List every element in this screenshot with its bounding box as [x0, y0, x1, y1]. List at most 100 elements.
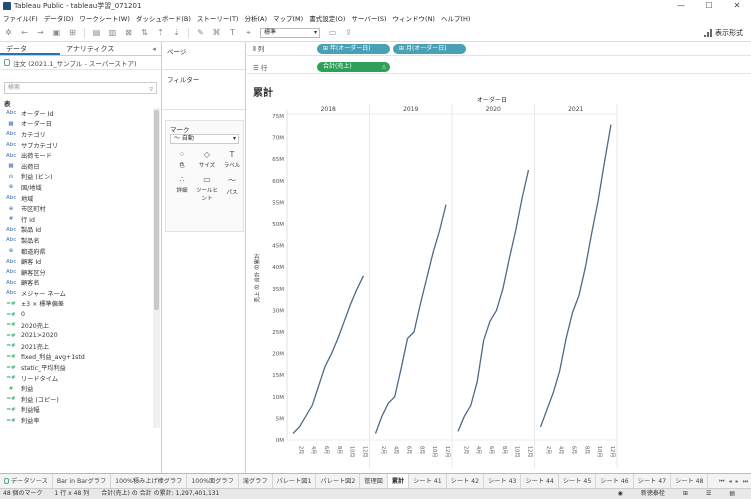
field-item[interactable]: =# static_平均利益	[0, 362, 152, 373]
sheet-tab[interactable]: 100%面グラフ	[187, 474, 239, 488]
sheet-tab[interactable]: シート 41	[409, 474, 447, 488]
sheet-tab[interactable]: パレート図2	[316, 474, 361, 488]
field-item[interactable]: #割引率	[0, 426, 152, 428]
mark-button[interactable]: 〜パス	[221, 173, 243, 196]
field-item[interactable]: Abc 出荷モード	[0, 150, 152, 161]
sheet-tab[interactable]: シート 44	[521, 474, 559, 488]
menu-item-2[interactable]: ワークシート(W)	[79, 13, 130, 23]
field-item[interactable]: =# 2020売上	[0, 320, 152, 331]
rows-shelf[interactable]: ☰ 行 合計(売上) △	[247, 60, 751, 74]
search-input[interactable]: 検索 ▿	[4, 82, 157, 94]
menu-item-1[interactable]: データ(D)	[44, 13, 74, 23]
menu-item-8[interactable]: サーバー(S)	[351, 13, 386, 23]
field-item[interactable]: Abc 顧客 Id	[0, 256, 152, 267]
mark-button[interactable]: ∴ 詳細	[171, 173, 193, 195]
sheet-tab[interactable]: パレート図1	[273, 474, 317, 488]
field-item[interactable]: ▦ 出荷日	[0, 161, 152, 172]
group-icon[interactable]: ⌘	[212, 28, 221, 37]
grid-view-icon[interactable]: ⊞	[683, 489, 688, 499]
fit-dropdown[interactable]: 標準	[260, 27, 320, 38]
cumulative-sales-chart[interactable]: オーダー日売上 の 合計 の累計 0M 5M 10M 15M 20M 25M 30M 35M 40…	[247, 78, 751, 473]
field-item[interactable]: ⊕ 都道府県	[0, 246, 152, 257]
sheet-tab[interactable]: シート 46	[596, 474, 634, 488]
field-item[interactable]: ⊕ 国/地域	[0, 182, 152, 193]
field-item[interactable]: Abc 顧客区分	[0, 267, 152, 278]
series-line-2019[interactable]	[374, 204, 447, 434]
duplicate-icon[interactable]: ▥	[108, 28, 117, 37]
menu-item-0[interactable]: ファイル(F)	[3, 13, 38, 23]
field-item[interactable]: =# 2021>2020	[0, 330, 152, 341]
tableau-icon[interactable]: ✲	[4, 28, 13, 37]
menu-item-10[interactable]: ヘルプ(H)	[441, 13, 470, 23]
series-line-2018[interactable]	[292, 275, 365, 434]
field-item[interactable]: =# fixed_利益_avg+1std	[0, 352, 152, 363]
filters-card[interactable]: フィルター	[163, 70, 245, 110]
status-user[interactable]: 新徳泰栓	[641, 489, 665, 499]
mark-button[interactable]: T ラベル	[221, 148, 243, 170]
list-view-icon[interactable]: ☰	[706, 489, 711, 499]
sheet-tab[interactable]: シート 42	[447, 474, 485, 488]
new-sheet-icon[interactable]: ▤	[92, 28, 101, 37]
field-item[interactable]: =# ±3 × 標準偏差	[0, 299, 152, 310]
field-item[interactable]: =# 2021売上	[0, 341, 152, 352]
show-me-button[interactable]: 表示形式	[704, 28, 743, 38]
prev-tab-icon[interactable]: ◂	[729, 478, 732, 485]
mark-button[interactable]: ⁘ 色	[171, 148, 193, 170]
field-item[interactable]: =# 利益率	[0, 415, 152, 426]
menu-item-4[interactable]: ストーリー(T)	[197, 13, 239, 23]
maximize-icon[interactable]: ☐	[695, 0, 723, 12]
field-list-scrollbar[interactable]	[153, 108, 160, 428]
pin-icon[interactable]: ⌖	[244, 28, 253, 37]
highlight-icon[interactable]: ✎	[196, 28, 205, 37]
menu-item-6[interactable]: マップ(M)	[273, 13, 303, 23]
clear-icon[interactable]: ⊠	[124, 28, 133, 37]
filter-icon[interactable]: ▿	[149, 84, 153, 94]
mark-button[interactable]: ◇ サイズ	[196, 148, 218, 170]
field-item[interactable]: =# 利益幅	[0, 405, 152, 416]
sheet-tab[interactable]: Bar in Barグラフ	[53, 474, 112, 488]
undo-icon[interactable]: ←	[20, 28, 29, 37]
sheet-tab[interactable]: シート 45	[559, 474, 597, 488]
field-item[interactable]: =# 利益 (コピー)	[0, 394, 152, 405]
sheet-tab[interactable]: シート 43	[484, 474, 522, 488]
first-tab-icon[interactable]: ⏮	[719, 478, 724, 486]
label-icon[interactable]: T	[228, 28, 237, 37]
field-item[interactable]: Abc カテゴリ	[0, 129, 152, 140]
field-item[interactable]: Abc 顧客名	[0, 278, 152, 289]
tab-analytics[interactable]: アナリティクス	[60, 42, 120, 55]
field-item[interactable]: =# 0	[0, 309, 152, 320]
next-tab-icon[interactable]: ▸	[736, 478, 739, 485]
field-item[interactable]: Abc 地域	[0, 193, 152, 204]
field-item[interactable]: Abc 製品 Id	[0, 225, 152, 236]
field-item[interactable]: ılı 利益 (ビン)	[0, 172, 152, 183]
pages-card[interactable]: ページ	[163, 42, 245, 70]
columns-shelf[interactable]: ⫴ 列 ⊞ 年(オーダー日) ⊞ 月(オーダー日)	[247, 42, 751, 56]
column-pill[interactable]: ⊞ 月(オーダー日)	[393, 43, 466, 54]
new-datasource-icon[interactable]: ⊞	[68, 28, 77, 37]
tab-data[interactable]: データ	[0, 42, 60, 55]
film-view-icon[interactable]: ▤	[729, 489, 735, 499]
sheet-tab[interactable]: 累計	[387, 474, 410, 488]
save-icon[interactable]: ▣	[52, 28, 61, 37]
field-item[interactable]: ⊕ 市区町村	[0, 203, 152, 214]
sort-desc-icon[interactable]: ⇣	[172, 28, 181, 37]
datasource-row[interactable]: 注文 (2021.1_サンプル - スーパーストア)	[0, 56, 161, 70]
share-icon[interactable]: ⇪	[344, 28, 353, 37]
presentation-icon[interactable]: ▭	[328, 28, 337, 37]
last-tab-icon[interactable]: ⏭	[743, 478, 748, 486]
sort-asc-icon[interactable]: ⇡	[156, 28, 165, 37]
mark-button[interactable]: ▭ ツールヒント	[196, 173, 218, 202]
menu-item-3[interactable]: ダッシュボード(B)	[136, 13, 191, 23]
field-item[interactable]: # 利益	[0, 383, 152, 394]
series-line-2021[interactable]	[539, 124, 612, 428]
sheet-tab[interactable]: シート 48	[671, 474, 709, 488]
field-item[interactable]: Abc 製品名	[0, 235, 152, 246]
close-icon[interactable]: ✕	[723, 0, 751, 12]
field-item[interactable]: Abc オーダー Id	[0, 108, 152, 119]
redo-icon[interactable]: →	[36, 28, 45, 37]
mark-type-dropdown[interactable]: 〜 自動	[170, 134, 239, 144]
sheet-tab[interactable]: 滝グラフ	[239, 474, 273, 488]
minimize-icon[interactable]: —	[667, 0, 695, 12]
field-item[interactable]: =# リードタイム	[0, 373, 152, 384]
menu-item-9[interactable]: ウィンドウ(N)	[393, 13, 435, 23]
